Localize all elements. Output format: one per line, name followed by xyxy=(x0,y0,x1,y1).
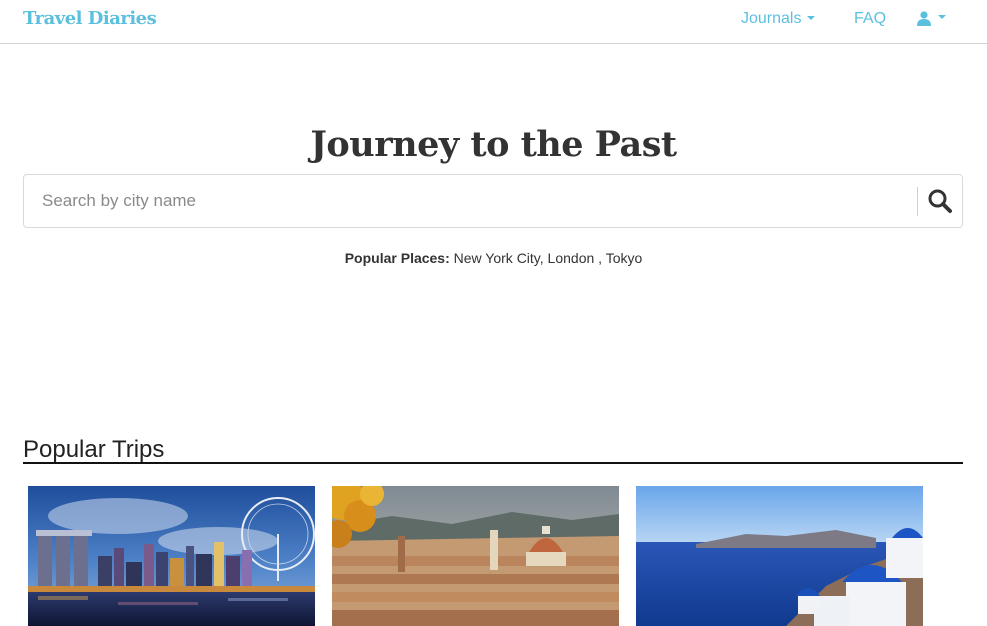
place-link-new-york-city[interactable]: New York City xyxy=(454,250,540,266)
place-link-tokyo[interactable]: Tokyo xyxy=(606,250,643,266)
navbar: Travel Diaries Journals FAQ xyxy=(0,0,987,44)
search-icon xyxy=(928,189,952,213)
popular-trips-heading: Popular Trips xyxy=(23,436,165,463)
popular-places: Popular Places: New York City, London , … xyxy=(344,250,643,266)
journals-dropdown[interactable]: Journals xyxy=(741,10,816,28)
faq-link[interactable]: FAQ xyxy=(854,10,886,28)
page-title: Journey to the Past xyxy=(310,124,677,165)
caret-down-icon xyxy=(807,15,816,20)
search-divider xyxy=(917,187,918,216)
trip-card-singapore[interactable] xyxy=(28,486,315,626)
caret-down-icon xyxy=(938,14,946,19)
search-button[interactable] xyxy=(925,186,955,216)
brand-logo[interactable]: Travel Diaries xyxy=(23,8,157,29)
place-link-london[interactable]: London xyxy=(548,250,595,266)
santorini-coast-photo xyxy=(636,486,923,626)
trip-card-santorini[interactable] xyxy=(636,486,923,626)
journals-label: Journals xyxy=(741,10,802,27)
user-menu-dropdown[interactable] xyxy=(916,9,946,27)
search-bar xyxy=(23,174,963,228)
popular-places-label: Popular Places: xyxy=(344,250,450,266)
singapore-skyline-photo xyxy=(28,486,315,626)
search-input[interactable] xyxy=(42,175,922,227)
section-divider xyxy=(23,462,963,464)
trip-card-florence[interactable] xyxy=(332,486,619,626)
florence-cityscape-photo xyxy=(332,486,619,626)
user-icon xyxy=(917,11,931,26)
